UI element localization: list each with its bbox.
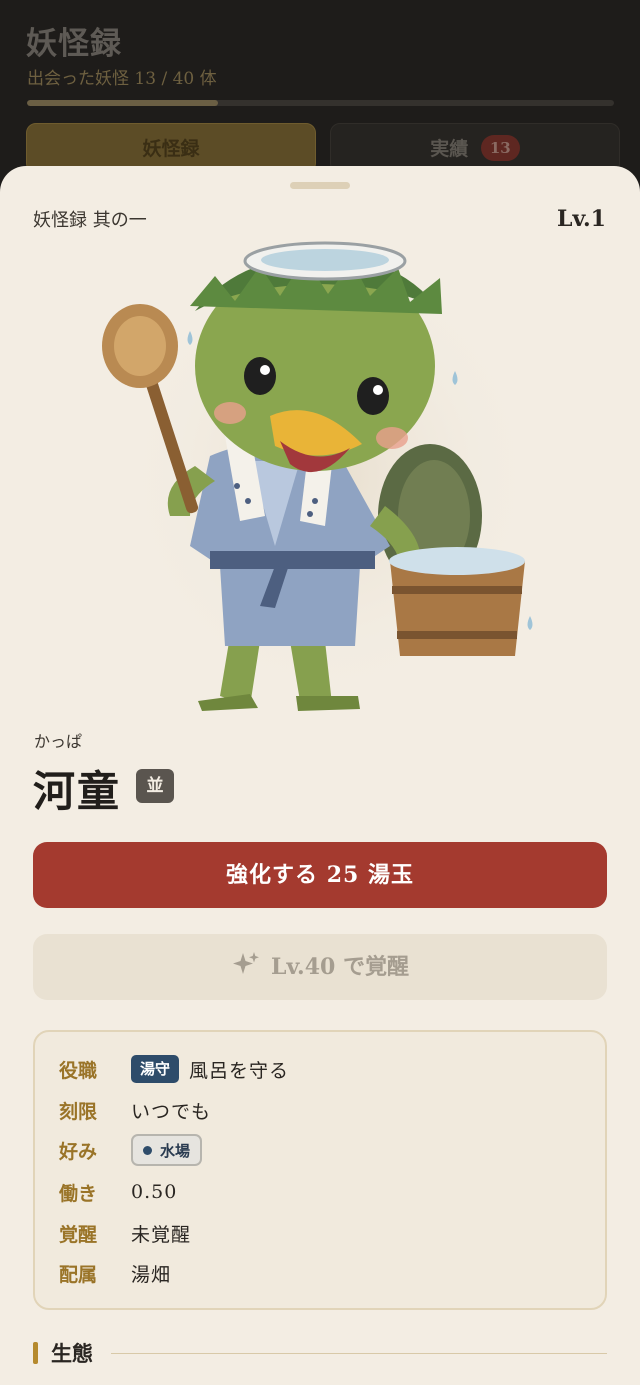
tab-yokai-record-label: 妖怪録 <box>142 138 200 160</box>
section-title: 生態 <box>51 1341 93 1366</box>
info-value: 0.50 <box>131 1181 178 1203</box>
info-row-time: 刻限 いつでも <box>59 1095 211 1125</box>
kappa-illustration <box>102 241 540 711</box>
preference-tag-label: 水場 <box>160 1141 191 1160</box>
section-ecology-header: 生態 <box>33 1338 607 1368</box>
awaken-button-label: Lv.40 で覚醒 <box>271 954 409 980</box>
collection-progress-fill <box>27 100 218 106</box>
sheet-drag-handle[interactable] <box>290 182 350 189</box>
collection-progress-bar <box>27 100 614 106</box>
page-title: 妖怪録 <box>26 26 122 62</box>
section-accent-bar <box>33 1342 38 1364</box>
enhance-button[interactable]: 強化する 25 湯玉 <box>33 842 607 908</box>
achievements-badge: 13 <box>480 135 520 161</box>
tab-achievements-label: 実績 <box>430 138 469 160</box>
rarity-badge: 並 <box>136 769 174 803</box>
yokai-reading: かっぱ <box>34 732 83 751</box>
info-key: 配属 <box>59 1263 98 1286</box>
role-tag: 湯守 <box>131 1055 180 1083</box>
level-label: Lv.1 <box>556 206 606 232</box>
info-card: 役職 湯守 風呂を守る 刻限 いつでも 好み 水場 働き 0.50 覚醒 未覚醒… <box>33 1030 607 1310</box>
yokai-name: 河童 <box>33 767 122 816</box>
awaken-button[interactable]: Lv.40 で覚醒 <box>33 934 607 1000</box>
yokai-detail-sheet: 妖怪録 其の一 Lv.1 かっぱ 河童 並 強化する 25 湯玉 Lv.40 で… <box>0 166 640 1385</box>
sparkle-icon <box>231 939 261 1005</box>
section-divider <box>111 1352 607 1354</box>
info-key: 覚醒 <box>59 1223 98 1246</box>
info-value: 風呂を守る <box>189 1059 290 1082</box>
collection-count: 出会った妖怪 13 / 40 体 <box>27 69 217 89</box>
info-key: 役職 <box>59 1059 98 1082</box>
info-value: いつでも <box>131 1100 212 1123</box>
preference-tag: 水場 <box>131 1134 203 1166</box>
info-value: 湯畑 <box>131 1263 172 1286</box>
info-row-preference: 好み 水場 <box>59 1134 203 1166</box>
info-key: 刻限 <box>59 1100 98 1123</box>
info-value: 未覚醒 <box>131 1223 192 1246</box>
info-row-role: 役職 湯守 風呂を守る <box>59 1054 289 1084</box>
info-key: 働き <box>59 1182 98 1205</box>
info-row-assignment: 配属 湯畑 <box>59 1258 171 1288</box>
dot-icon <box>143 1145 152 1155</box>
info-row-work: 働き 0.50 <box>59 1177 177 1207</box>
info-row-awakening: 覚醒 未覚醒 <box>59 1218 191 1248</box>
info-key: 好み <box>59 1140 98 1163</box>
